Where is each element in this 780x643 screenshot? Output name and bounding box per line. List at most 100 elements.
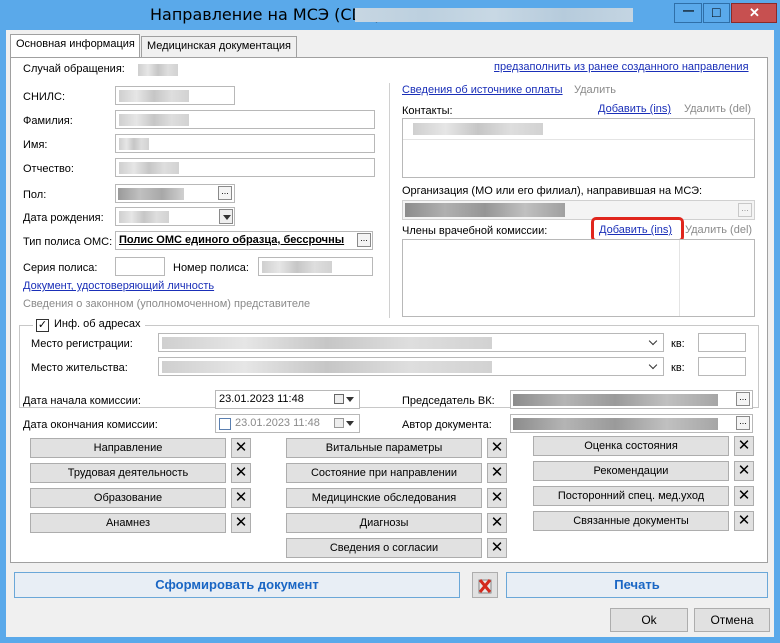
generate-document-button[interactable]: Сформировать документ <box>14 572 460 598</box>
remove-education-button[interactable]: ✕ <box>231 488 251 508</box>
policy-series-field[interactable] <box>115 257 165 276</box>
contacts-add-link[interactable]: Добавить (ins) <box>598 103 671 115</box>
remove-assessment-button[interactable]: ✕ <box>734 436 754 456</box>
registration-apt-label: кв: <box>671 338 685 350</box>
registration-label: Место регистрации: <box>31 338 133 350</box>
main-info-panel: Случай обращения: предзаполнить из ранее… <box>10 57 768 563</box>
section-consent-button[interactable]: Сведения о согласии <box>286 538 482 558</box>
case-value-redacted <box>138 64 178 76</box>
contacts-list[interactable] <box>402 118 755 178</box>
close-icon: ✕ <box>234 489 248 506</box>
remove-vitals-button[interactable]: ✕ <box>487 438 507 458</box>
addresses-checkbox[interactable]: ✓ <box>36 319 49 332</box>
sex-field[interactable]: ... <box>115 184 235 203</box>
section-referral-button[interactable]: Направление <box>30 438 226 458</box>
policy-type-select-button[interactable]: ... <box>357 233 371 247</box>
commission-start-label: Дата начала комиссии: <box>23 395 141 407</box>
payment-delete-link[interactable]: Удалить <box>574 84 616 96</box>
prefill-link[interactable]: предзаполнить из ранее созданного направ… <box>494 61 749 73</box>
remove-examinations-button[interactable]: ✕ <box>487 488 507 508</box>
sex-label: Пол: <box>23 189 47 201</box>
policy-type-value: Полис ОМС единого образца, бессрочны <box>119 234 345 246</box>
snils-field[interactable] <box>115 86 235 105</box>
cancel-button[interactable]: Отмена <box>694 608 770 632</box>
policy-number-label: Номер полиса: <box>173 262 249 274</box>
policy-type-label: Тип полиса ОМС: <box>23 236 113 248</box>
registration-field[interactable] <box>158 333 664 352</box>
maximize-button[interactable]: □ <box>703 3 730 23</box>
tab-main-info[interactable]: Основная информация <box>10 34 140 58</box>
tab-label: Медицинская документация <box>147 40 291 52</box>
birthdate-dropdown-button[interactable] <box>219 209 233 224</box>
ok-button[interactable]: Ok <box>610 608 688 632</box>
window-title-redacted <box>355 8 633 22</box>
author-field[interactable]: ... <box>510 414 753 433</box>
contacts-delete-link[interactable]: Удалить (del) <box>684 103 751 115</box>
policy-type-field[interactable]: Полис ОМС единого образца, бессрочны ... <box>115 231 373 250</box>
sex-select-button[interactable]: ... <box>218 186 232 200</box>
remove-recommendations-button[interactable]: ✕ <box>734 461 754 481</box>
chevron-down-icon[interactable] <box>648 336 660 348</box>
commission-members-list[interactable] <box>402 239 755 317</box>
section-diagnoses-button[interactable]: Диагнозы <box>286 513 482 533</box>
addresses-header: ✓ Инф. об адресах <box>33 318 145 332</box>
section-outside-care-button[interactable]: Посторонний спец. мед.уход <box>533 486 729 506</box>
remove-outside-care-button[interactable]: ✕ <box>734 486 754 506</box>
column-divider <box>389 83 390 318</box>
title-bar[interactable]: Направление на МСЭ (CDA) - — □ ✕ <box>0 0 780 30</box>
residence-field[interactable] <box>158 357 664 376</box>
end-date-dropdown[interactable] <box>343 416 357 431</box>
id-document-link[interactable]: Документ, удостоверяющий личность <box>23 280 214 292</box>
commission-start-field[interactable]: 23.01.2023 11:48 <box>215 390 360 409</box>
organization-select-button[interactable]: ... <box>738 203 752 217</box>
firstname-field[interactable] <box>115 134 375 153</box>
policy-number-field[interactable] <box>258 257 373 276</box>
chevron-down-icon[interactable] <box>648 360 660 372</box>
close-icon: ✕ <box>490 514 504 531</box>
close-icon: ✕ <box>490 539 504 556</box>
remove-anamnesis-button[interactable]: ✕ <box>231 513 251 533</box>
delete-icon <box>478 579 492 594</box>
section-linked-docs-button[interactable]: Связанные документы <box>533 511 729 531</box>
cancel-generation-button[interactable] <box>472 572 498 598</box>
chairman-select-button[interactable]: ... <box>736 392 750 406</box>
section-examinations-button[interactable]: Медицинские обследования <box>286 488 482 508</box>
organization-field[interactable]: ... <box>402 200 755 220</box>
remove-diagnoses-button[interactable]: ✕ <box>487 513 507 533</box>
tab-medical-docs[interactable]: Медицинская документация <box>141 36 297 57</box>
payment-source-link[interactable]: Сведения об источнике оплаты <box>402 84 563 96</box>
section-education-button[interactable]: Образование <box>30 488 226 508</box>
remove-linked-docs-button[interactable]: ✕ <box>734 511 754 531</box>
print-button[interactable]: Печать <box>506 572 768 598</box>
minimize-button[interactable]: — <box>674 3 702 23</box>
remove-consent-button[interactable]: ✕ <box>487 538 507 558</box>
lastname-label: Фамилия: <box>23 115 73 127</box>
author-select-button[interactable]: ... <box>736 416 750 430</box>
section-assessment-button[interactable]: Оценка состояния <box>533 436 729 456</box>
section-condition-button[interactable]: Состояние при направлении <box>286 463 482 483</box>
birthdate-label: Дата рождения: <box>23 212 104 224</box>
patronymic-field[interactable] <box>115 158 375 177</box>
remove-referral-button[interactable]: ✕ <box>231 438 251 458</box>
remove-employment-button[interactable]: ✕ <box>231 463 251 483</box>
section-employment-button[interactable]: Трудовая деятельность <box>30 463 226 483</box>
close-icon: ✕ <box>737 487 751 504</box>
chairman-field[interactable]: ... <box>510 390 753 409</box>
lastname-field[interactable] <box>115 110 375 129</box>
close-window-button[interactable]: ✕ <box>731 3 777 23</box>
organization-label: Организация (МО или его филиал), направи… <box>402 185 703 197</box>
section-recommendations-button[interactable]: Рекомендации <box>533 461 729 481</box>
commission-members-label: Члены врачебной комиссии: <box>402 225 548 237</box>
firstname-label: Имя: <box>23 139 48 151</box>
close-icon: ✕ <box>737 512 751 529</box>
birthdate-field[interactable] <box>115 207 235 226</box>
registration-apt-field[interactable] <box>698 333 746 352</box>
end-date-checkbox[interactable] <box>219 418 231 430</box>
start-date-dropdown[interactable] <box>343 392 357 407</box>
section-vitals-button[interactable]: Витальные параметры <box>286 438 482 458</box>
remove-condition-button[interactable]: ✕ <box>487 463 507 483</box>
residence-apt-field[interactable] <box>698 357 746 376</box>
commission-end-field[interactable]: 23.01.2023 11:48 <box>215 414 360 433</box>
section-anamnesis-button[interactable]: Анамнез <box>30 513 226 533</box>
commission-delete-link[interactable]: Удалить (del) <box>685 224 752 236</box>
